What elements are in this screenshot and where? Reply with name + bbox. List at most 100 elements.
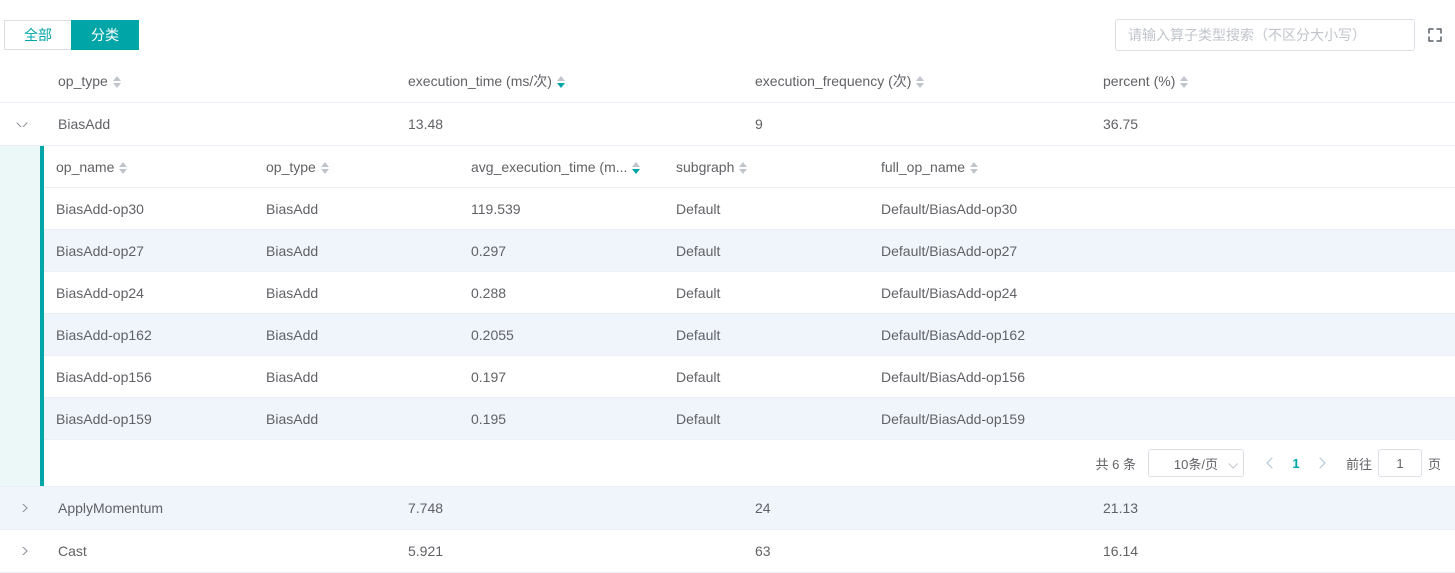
sort-carets-avg-execution-time[interactable] [632, 162, 640, 174]
goto-page-input[interactable] [1378, 449, 1422, 477]
sort-carets-percent[interactable] [1180, 76, 1188, 88]
subgraph-value: Default [664, 327, 869, 343]
op-name-value: BiasAdd-op159 [44, 411, 254, 427]
op-type-table: op_type execution_time (ms/次) execution_… [0, 60, 1455, 573]
view-tabs: 全部 分类 [4, 20, 139, 50]
subgraph-value: Default [664, 243, 869, 259]
column-avg-execution-time[interactable]: avg_execution_time (m... [459, 159, 664, 175]
full-op-name-value: Default/BiasAdd-op27 [869, 243, 1455, 259]
op-type-value: BiasAdd [254, 285, 459, 301]
column-op-type[interactable]: op_type [44, 73, 394, 89]
op-name-value: BiasAdd-op162 [44, 327, 254, 343]
search-box [1115, 19, 1415, 51]
op-type-value: BiasAdd [254, 201, 459, 217]
avg-execution-time-value: 0.197 [459, 369, 664, 385]
column-op-name[interactable]: op_name [44, 159, 254, 175]
detail-row: BiasAdd-op24 BiasAdd 0.288 Default Defau… [44, 272, 1455, 314]
chevron-right-icon [1314, 457, 1325, 468]
sort-carets-op-type[interactable] [113, 76, 121, 88]
percent-value: 16.14 [1089, 543, 1455, 559]
current-page[interactable]: 1 [1284, 456, 1308, 471]
subgraph-value: Default [664, 411, 869, 427]
op-type-value: Cast [44, 543, 394, 559]
total-count: 共 6 条 [1096, 454, 1136, 473]
execution-time-value: 13.48 [394, 116, 741, 132]
column-execution-time-label: execution_time (ms/次) [408, 73, 552, 89]
detail-row: BiasAdd-op159 BiasAdd 0.195 Default Defa… [44, 398, 1455, 440]
full-op-name-value: Default/BiasAdd-op159 [869, 411, 1455, 427]
op-name-value: BiasAdd-op30 [44, 201, 254, 217]
sort-carets-detail-op-type[interactable] [321, 162, 329, 174]
table-row-cast: Cast 5.921 63 16.14 [0, 530, 1455, 573]
op-type-value: BiasAdd [254, 327, 459, 343]
percent-value: 21.13 [1089, 500, 1455, 516]
detail-row: BiasAdd-op156 BiasAdd 0.197 Default Defa… [44, 356, 1455, 398]
column-percent-label: percent (%) [1103, 73, 1175, 89]
full-op-name-value: Default/BiasAdd-op162 [869, 327, 1455, 343]
expand-row-icon[interactable] [16, 504, 27, 512]
page-size-value: 10条/页 [1174, 454, 1218, 473]
subgraph-value: Default [664, 201, 869, 217]
execution-frequency-value: 9 [741, 116, 1089, 132]
tab-category[interactable]: 分类 [71, 20, 139, 50]
execution-time-value: 5.921 [394, 543, 741, 559]
expand-gutter [0, 146, 40, 486]
column-subgraph[interactable]: subgraph [664, 159, 869, 175]
column-detail-op-type-label: op_type [266, 159, 316, 175]
subgraph-value: Default [664, 285, 869, 301]
op-type-value: BiasAdd [254, 369, 459, 385]
chevron-left-icon [1266, 457, 1277, 468]
column-percent[interactable]: percent (%) [1089, 73, 1455, 89]
sort-carets-execution-frequency[interactable] [916, 76, 924, 88]
collapse-row-icon[interactable] [16, 122, 27, 127]
detail-row: BiasAdd-op30 BiasAdd 119.539 Default Def… [44, 188, 1455, 230]
column-execution-time[interactable]: execution_time (ms/次) [394, 71, 741, 91]
execution-frequency-value: 63 [741, 543, 1089, 559]
execution-time-value: 7.748 [394, 500, 741, 516]
page-size-select[interactable]: 10条/页 [1148, 449, 1244, 477]
full-op-name-value: Default/BiasAdd-op24 [869, 285, 1455, 301]
column-detail-op-type[interactable]: op_type [254, 159, 459, 175]
sort-carets-op-name[interactable] [119, 162, 127, 174]
op-name-value: BiasAdd-op24 [44, 285, 254, 301]
op-name-table-header: op_name op_type avg_execution_time (m...… [44, 146, 1455, 188]
fullscreen-icon[interactable] [1427, 27, 1443, 43]
column-subgraph-label: subgraph [676, 159, 734, 175]
column-full-op-name[interactable]: full_op_name [869, 159, 1455, 175]
expand-row-icon[interactable] [16, 547, 27, 555]
next-page-button[interactable] [1308, 449, 1332, 477]
pagination: 共 6 条 10条/页 1 前往 页 [44, 440, 1455, 486]
column-execution-frequency[interactable]: execution_frequency (次) [741, 71, 1089, 91]
tab-all[interactable]: 全部 [4, 20, 72, 50]
column-avg-execution-time-label: avg_execution_time (m... [471, 159, 627, 175]
column-op-name-label: op_name [56, 159, 114, 175]
sort-carets-subgraph[interactable] [739, 162, 747, 174]
percent-value: 36.75 [1089, 116, 1455, 132]
column-op-type-label: op_type [58, 73, 108, 89]
column-full-op-name-label: full_op_name [881, 159, 965, 175]
detail-row: BiasAdd-op162 BiasAdd 0.2055 Default Def… [44, 314, 1455, 356]
sort-carets-execution-time[interactable] [557, 76, 565, 88]
page-label: 页 [1428, 454, 1441, 473]
op-type-value: BiasAdd [44, 116, 394, 132]
avg-execution-time-value: 0.288 [459, 285, 664, 301]
toolbar: 全部 分类 [0, 0, 1455, 60]
execution-frequency-value: 24 [741, 500, 1089, 516]
op-type-value: BiasAdd [254, 411, 459, 427]
expanded-detail-section: op_name op_type avg_execution_time (m...… [0, 146, 1455, 487]
chevron-down-icon [1228, 459, 1238, 469]
sort-carets-full-op-name[interactable] [970, 162, 978, 174]
column-execution-frequency-label: execution_frequency (次) [755, 73, 911, 89]
full-op-name-value: Default/BiasAdd-op156 [869, 369, 1455, 385]
avg-execution-time-value: 0.2055 [459, 327, 664, 343]
subgraph-value: Default [664, 369, 869, 385]
prev-page-button[interactable] [1260, 449, 1284, 477]
op-name-value: BiasAdd-op156 [44, 369, 254, 385]
table-row-biasadd: BiasAdd 13.48 9 36.75 [0, 103, 1455, 146]
op-name-value: BiasAdd-op27 [44, 243, 254, 259]
table-row-applymomentum: ApplyMomentum 7.748 24 21.13 [0, 487, 1455, 530]
avg-execution-time-value: 0.195 [459, 411, 664, 427]
avg-execution-time-value: 119.539 [459, 201, 664, 217]
avg-execution-time-value: 0.297 [459, 243, 664, 259]
search-input[interactable] [1115, 19, 1415, 51]
